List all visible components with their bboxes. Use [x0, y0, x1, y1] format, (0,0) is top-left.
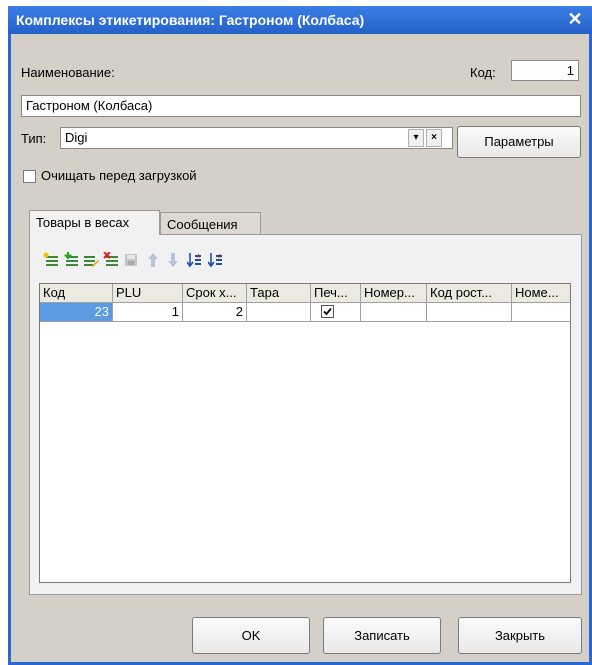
column-header-print[interactable]: Печ...	[311, 284, 361, 303]
add-row-icon[interactable]	[43, 252, 59, 268]
close-button[interactable]: Закрыть	[458, 617, 582, 654]
table-cell-plu[interactable]: 1	[113, 303, 183, 322]
type-label: Тип:	[21, 131, 47, 146]
code-label: Код:	[470, 65, 496, 80]
close-icon[interactable]: ✕	[566, 9, 584, 29]
sort-descending-icon[interactable]: Z	[208, 252, 224, 268]
add-child-row-icon[interactable]	[63, 252, 79, 268]
move-down-icon	[168, 253, 178, 267]
dropdown-arrow-icon[interactable]: ▾	[408, 129, 424, 147]
dialog-window: Комплексы этикетирования: Гастроном (Кол…	[8, 6, 592, 665]
title-bar[interactable]: Комплексы этикетирования: Гастроном (Кол…	[8, 6, 592, 34]
ok-button[interactable]: OK	[192, 617, 310, 654]
table-cell-print[interactable]	[311, 303, 361, 322]
clear-before-load-checkbox[interactable]	[23, 170, 36, 183]
delete-row-icon[interactable]	[103, 252, 119, 268]
move-up-icon	[148, 253, 158, 267]
column-header-code[interactable]: Код	[40, 284, 113, 303]
column-header-number[interactable]: Номер...	[361, 284, 427, 303]
parameters-button[interactable]: Параметры	[457, 126, 581, 158]
code-field[interactable]: 1	[511, 60, 579, 81]
checkbox-checked-icon[interactable]	[321, 305, 334, 318]
save-disabled-icon	[125, 254, 137, 266]
clear-before-load-label: Очищать перед загрузкой	[41, 168, 197, 183]
column-header-growth-code[interactable]: Код рост...	[427, 284, 512, 303]
edit-row-icon[interactable]	[83, 252, 99, 268]
save-button[interactable]: Записать	[323, 617, 441, 654]
column-header-plu[interactable]: PLU	[113, 284, 183, 303]
name-label: Наименование:	[21, 65, 115, 80]
table-cell-code[interactable]: 23	[40, 303, 113, 322]
dialog-client-area: Наименование: Код: 1 Гастроном (Колбаса)…	[11, 34, 589, 662]
name-field[interactable]: Гастроном (Колбаса)	[21, 95, 581, 117]
tab-goods-in-scales[interactable]: Товары в весах	[29, 210, 160, 235]
clear-field-icon[interactable]: ×	[426, 129, 442, 147]
table-cell-number-2[interactable]	[512, 303, 570, 322]
column-header-shelf-life[interactable]: Срок х...	[183, 284, 247, 303]
column-header-tare[interactable]: Тара	[247, 284, 311, 303]
tab-messages[interactable]: Сообщения	[160, 212, 261, 234]
table-cell-shelf-life[interactable]: 2	[183, 303, 247, 322]
table-cell-number[interactable]	[361, 303, 427, 322]
svg-text:Z: Z	[218, 254, 221, 260]
table-cell-tare[interactable]	[247, 303, 311, 322]
window-title: Комплексы этикетирования: Гастроном (Кол…	[16, 12, 365, 28]
column-header-number-2[interactable]: Номе...	[512, 284, 570, 303]
table-cell-growth-code[interactable]	[427, 303, 512, 322]
sort-ascending-icon[interactable]: A	[187, 252, 203, 268]
tab-panel: A Z Код PLU Срок х... Тара Печ... Номер.…	[29, 234, 582, 595]
type-select[interactable]: Digi	[60, 127, 453, 149]
goods-table[interactable]: Код PLU Срок х... Тара Печ... Номер... К…	[39, 283, 571, 583]
